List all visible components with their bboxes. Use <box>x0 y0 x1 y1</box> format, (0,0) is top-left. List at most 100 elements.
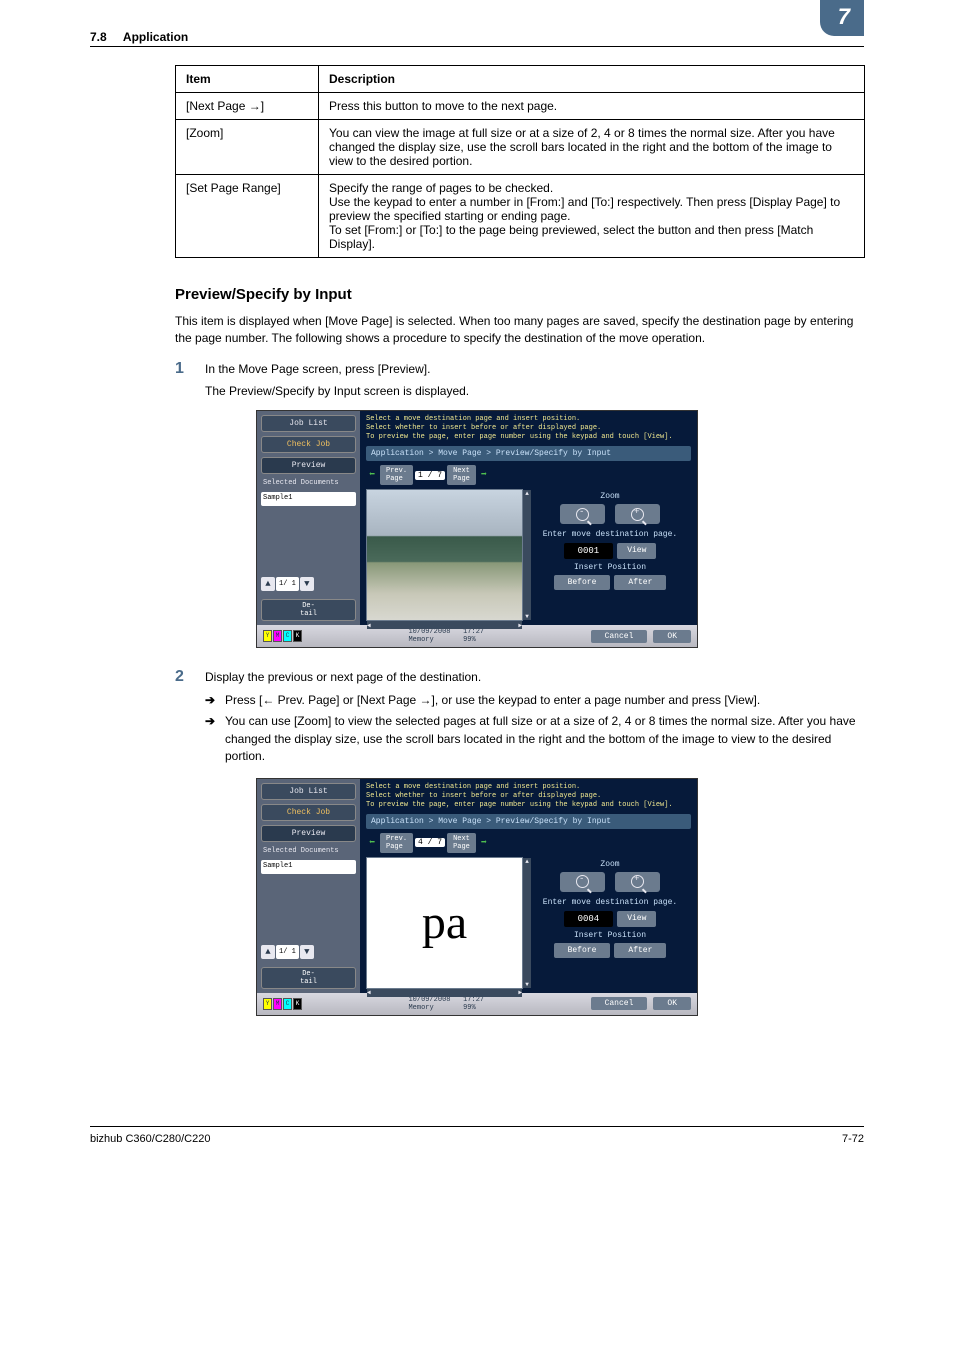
doc-pager: ▲ 1/ 1 ▼ <box>261 945 356 959</box>
definition-table: Item Description [Next Page →] Press thi… <box>175 65 865 258</box>
pager-label: 1/ 1 <box>276 577 299 591</box>
prev-arrow-icon[interactable]: ⬅ <box>366 469 378 481</box>
section-title: Application <box>123 30 188 44</box>
zoom-out-button[interactable]: - <box>560 504 605 524</box>
doc-pager: ▲ 1/ 1 ▼ <box>261 577 356 591</box>
scrollbar-horizontal[interactable]: ◀▶ <box>367 621 522 629</box>
view-button[interactable]: View <box>617 543 656 559</box>
cell-item: [Set Page Range] <box>176 175 319 258</box>
instruction-line: Select a move destination page and inser… <box>366 415 691 424</box>
instruction-line: Select a move destination page and inser… <box>366 783 691 792</box>
intro-paragraph: This item is displayed when [Move Page] … <box>175 313 864 348</box>
status-datetime: 10/09/2008 17:27 Memory 99% <box>408 628 484 644</box>
after-button[interactable]: After <box>614 575 666 590</box>
instruction-line: To preview the page, enter page number u… <box>366 433 691 442</box>
table-row: [Next Page →] Press this button to move … <box>176 93 865 120</box>
check-job-button[interactable]: Check Job <box>261 436 356 453</box>
next-arrow-icon[interactable]: ➡ <box>478 469 490 481</box>
step-text: In the Move Page screen, press [Preview]… <box>205 360 430 378</box>
page-position: 1 / 7 <box>415 471 445 480</box>
status-datetime: 10/09/2008 17:27 Memory 99% <box>408 996 484 1012</box>
instruction-line: Select whether to insert before or after… <box>366 424 691 433</box>
th-desc: Description <box>319 66 865 93</box>
prev-arrow-icon[interactable]: ⬅ <box>366 837 378 849</box>
pager-down-icon[interactable]: ▼ <box>300 577 314 591</box>
before-button[interactable]: Before <box>554 943 611 958</box>
screenshot-preview-specify-2: Job List Check Job Preview Selected Docu… <box>256 778 698 1016</box>
toner-indicator: Y M C K <box>263 998 302 1010</box>
next-page-button[interactable]: Next Page <box>447 833 476 853</box>
ok-button[interactable]: OK <box>653 630 691 643</box>
enter-dest-label: Enter move destination page. <box>529 530 691 539</box>
page-preview: pa ▲▼ ◀▶ <box>366 857 523 989</box>
doc-name-field: Sample1 <box>261 492 356 506</box>
dest-page-value: 0001 <box>564 543 614 559</box>
preview-button[interactable]: Preview <box>261 825 356 842</box>
step-result: The Preview/Specify by Input screen is d… <box>205 384 864 398</box>
zoom-in-button[interactable]: + <box>615 504 660 524</box>
next-page-button[interactable]: Next Page <box>447 465 476 485</box>
insert-position-label: Insert Position <box>529 931 691 940</box>
job-list-button[interactable]: Job List <box>261 783 356 800</box>
bullet-text: You can use [Zoom] to view the selected … <box>225 713 864 765</box>
footer-page-number: 7-72 <box>842 1133 864 1145</box>
screenshot-preview-specify-1: Job List Check Job Preview Selected Docu… <box>256 410 698 648</box>
table-row: [Zoom] You can view the image at full si… <box>176 120 865 175</box>
next-arrow-icon[interactable]: ➡ <box>478 837 490 849</box>
cell-item: [Next Page →] <box>176 93 319 120</box>
zoom-label: Zoom <box>529 860 691 869</box>
after-button[interactable]: After <box>614 943 666 958</box>
cancel-button[interactable]: Cancel <box>591 997 648 1010</box>
cell-desc: You can view the image at full size or a… <box>319 120 865 175</box>
ok-button[interactable]: OK <box>653 997 691 1010</box>
pager-up-icon[interactable]: ▲ <box>261 577 275 591</box>
pager-up-icon[interactable]: ▲ <box>261 945 275 959</box>
cell-item: [Zoom] <box>176 120 319 175</box>
arrow-icon: ➔ <box>205 692 225 709</box>
step-number: 1 <box>175 360 205 378</box>
pager-label: 1/ 1 <box>276 945 299 959</box>
instruction-line: Select whether to insert before or after… <box>366 792 691 801</box>
footer-model: bizhub C360/C280/C220 <box>90 1133 210 1145</box>
cancel-button[interactable]: Cancel <box>591 630 648 643</box>
table-row: [Set Page Range] Specify the range of pa… <box>176 175 865 258</box>
page-position: 4 / 7 <box>415 838 445 847</box>
instruction-line: To preview the page, enter page number u… <box>366 801 691 810</box>
step-text: Display the previous or next page of the… <box>205 668 481 686</box>
preview-button[interactable]: Preview <box>261 457 356 474</box>
selected-docs-label: Selected Documents <box>261 478 356 488</box>
zoom-label: Zoom <box>529 492 691 501</box>
arrow-icon: ➔ <box>205 713 225 765</box>
insert-position-label: Insert Position <box>529 563 691 572</box>
breadcrumb: Application > Move Page > Preview/Specif… <box>366 446 691 461</box>
page-preview: ▲▼ ◀▶ <box>366 489 523 621</box>
scrollbar-vertical[interactable]: ▲▼ <box>523 490 531 620</box>
prev-page-button[interactable]: Prev. Page <box>380 465 413 485</box>
scrollbar-vertical[interactable]: ▲▼ <box>523 858 531 988</box>
selected-docs-label: Selected Documents <box>261 846 356 856</box>
step-number: 2 <box>175 668 205 686</box>
zoom-in-button[interactable]: + <box>615 872 660 892</box>
dest-page-value: 0004 <box>564 911 614 927</box>
detail-button[interactable]: De- tail <box>261 599 356 621</box>
cell-desc: Specify the range of pages to be checked… <box>319 175 865 258</box>
check-job-button[interactable]: Check Job <box>261 804 356 821</box>
view-button[interactable]: View <box>617 911 656 927</box>
chapter-badge: 7 <box>820 0 864 36</box>
doc-name-field: Sample1 <box>261 860 356 874</box>
toner-indicator: Y M C K <box>263 630 302 642</box>
scrollbar-horizontal[interactable]: ◀▶ <box>367 989 522 997</box>
pager-down-icon[interactable]: ▼ <box>300 945 314 959</box>
section-number: 7.8 <box>90 30 107 44</box>
breadcrumb: Application > Move Page > Preview/Specif… <box>366 814 691 829</box>
subsection-heading: Preview/Specify by Input <box>175 286 864 303</box>
detail-button[interactable]: De- tail <box>261 967 356 989</box>
bullet-text: Press [← Prev. Page] or [Next Page →], o… <box>225 692 760 709</box>
cell-desc: Press this button to move to the next pa… <box>319 93 865 120</box>
prev-page-button[interactable]: Prev. Page <box>380 833 413 853</box>
before-button[interactable]: Before <box>554 575 611 590</box>
page-header: 7.8 Application 7 <box>90 30 864 47</box>
job-list-button[interactable]: Job List <box>261 415 356 432</box>
zoom-out-button[interactable]: - <box>560 872 605 892</box>
enter-dest-label: Enter move destination page. <box>529 898 691 907</box>
